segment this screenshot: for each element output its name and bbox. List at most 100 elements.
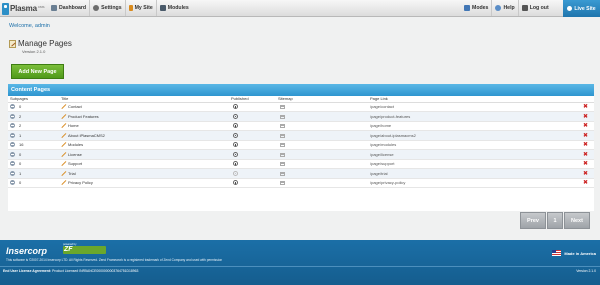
sitemap-icon[interactable] (280, 152, 285, 157)
published-eye-icon[interactable] (233, 123, 238, 129)
nav-settings[interactable]: Settings (89, 0, 124, 16)
table-row[interactable]: 0 Support/page/support ✖ (8, 159, 594, 169)
nav-my-site[interactable]: My Site (124, 0, 156, 16)
nav-help[interactable]: Help (491, 0, 517, 16)
published-eye-icon[interactable] (233, 104, 238, 110)
live-site-label: Live Site (574, 5, 596, 12)
page-title-link[interactable]: License (68, 152, 82, 157)
expand-icon[interactable] (10, 142, 15, 148)
app-logo[interactable]: Plasma CMS (2, 2, 45, 15)
edit-pencil-icon[interactable] (61, 171, 66, 176)
table-row[interactable]: 2 Product Features/page/product-features ✖ (8, 111, 594, 122)
table-row[interactable]: 2 Home/page/home ✖ (8, 121, 594, 131)
table-row[interactable]: 0 Privacy Policy/page/privacy-policy ✖ (8, 178, 594, 188)
title-cell: Modules (59, 140, 229, 150)
expand-icon[interactable] (10, 132, 15, 138)
expand-icon[interactable] (10, 113, 15, 119)
sitemap-icon[interactable] (280, 143, 285, 148)
edit-pencil-icon[interactable] (61, 133, 66, 138)
page-link-cell: /page/support (368, 159, 575, 169)
page-number-button[interactable]: 1 (547, 212, 563, 229)
sitemap-icon[interactable] (280, 124, 285, 129)
edit-pencil-icon[interactable] (61, 123, 66, 128)
edit-pencil-icon[interactable] (61, 180, 66, 185)
published-eye-icon[interactable] (233, 142, 238, 148)
expand-icon[interactable] (10, 161, 15, 167)
nav-modes[interactable]: Modes (461, 0, 491, 16)
next-page-button[interactable]: Next (564, 212, 590, 229)
logout-icon (521, 5, 528, 11)
table-row[interactable]: 1 About iPlasmaCMS2/page/about-iplasmacms… (8, 130, 594, 141)
footer-divider (0, 266, 600, 267)
title-cell: Home (59, 121, 229, 131)
expand-icon[interactable] (10, 123, 15, 129)
sitemap-icon[interactable] (280, 133, 285, 138)
page-title-link[interactable]: Modules (68, 142, 83, 147)
delete-icon[interactable]: ✖ (575, 149, 594, 160)
page-title-link[interactable]: Product Features (68, 114, 99, 119)
page-link-cell: /page/product-features (368, 111, 575, 122)
delete-icon[interactable]: ✖ (575, 121, 594, 131)
published-eye-icon[interactable] (233, 132, 238, 138)
delete-icon[interactable]: ✖ (575, 159, 594, 169)
table-row[interactable]: 16 Modules/page/modules ✖ (8, 140, 594, 150)
published-eye-icon[interactable] (233, 161, 238, 167)
panel-title: Content Pages (8, 84, 594, 96)
page-title-link[interactable]: About iPlasmaCMS2 (68, 133, 105, 138)
edit-pencil-icon[interactable] (61, 161, 66, 166)
expand-icon[interactable] (10, 151, 15, 157)
expand-icon[interactable] (10, 180, 15, 186)
edit-icon (128, 5, 133, 11)
logo-superscript: CMS (37, 4, 45, 9)
delete-icon[interactable]: ✖ (575, 178, 594, 188)
table-row[interactable]: 0 License/page/license ✖ (8, 149, 594, 160)
us-flag-icon (552, 250, 562, 256)
license-number: Product License# INR5ANCE000000000376475… (52, 269, 139, 273)
live-site-button[interactable]: Live Site (563, 0, 600, 17)
settings-icon (93, 5, 100, 11)
edit-pencil-icon[interactable] (61, 114, 66, 119)
nav-settings-label: Settings (101, 5, 122, 11)
delete-icon[interactable]: ✖ (575, 168, 594, 179)
sitemap-icon[interactable] (280, 105, 285, 110)
sitemap-icon[interactable] (280, 162, 285, 167)
sitemap-icon[interactable] (280, 171, 285, 176)
table-row[interactable]: 0 Contact/page/contact ✖ (8, 102, 594, 112)
expand-icon[interactable] (10, 170, 15, 176)
page-title-link[interactable]: Trial (68, 171, 76, 176)
page-link-cell: /page/home (368, 121, 575, 131)
published-eye-icon[interactable] (233, 180, 238, 186)
page-title-link[interactable]: Privacy Policy (68, 180, 93, 185)
sitemap-icon[interactable] (280, 181, 285, 186)
nav-dashboard[interactable]: Dashboard (48, 0, 89, 16)
delete-icon[interactable]: ✖ (575, 140, 594, 150)
eula-link[interactable]: End User License Agreement: (3, 269, 51, 273)
sitemap-icon[interactable] (280, 114, 285, 119)
page-title-link[interactable]: Home (68, 123, 79, 128)
nav-modules[interactable]: Modules (155, 0, 192, 16)
table-row[interactable]: 1 Trial/page/trial ✖ (8, 168, 594, 179)
published-eye-icon[interactable] (233, 170, 238, 176)
published-cell (229, 168, 276, 179)
welcome-message: Welcome, admin (9, 23, 50, 29)
add-new-page-button[interactable]: Add New Page (11, 64, 64, 79)
page-title-link[interactable]: Support (68, 161, 82, 166)
expand-icon[interactable] (10, 104, 15, 110)
page-title-link[interactable]: Contact (68, 104, 82, 109)
published-cell (229, 121, 276, 131)
title-cell: Support (59, 159, 229, 169)
subpage-count: 0 (19, 151, 22, 157)
edit-pencil-icon[interactable] (61, 142, 66, 147)
nav-logout[interactable]: Log out (517, 0, 552, 16)
delete-icon[interactable]: ✖ (575, 130, 594, 141)
prev-page-button[interactable]: Prev (520, 212, 546, 229)
published-cell (229, 102, 276, 112)
delete-icon[interactable]: ✖ (575, 111, 594, 122)
edit-pencil-icon[interactable] (61, 104, 66, 109)
delete-icon[interactable]: ✖ (575, 102, 594, 112)
published-eye-icon[interactable] (233, 151, 238, 157)
edit-pencil-icon[interactable] (61, 152, 66, 157)
subpage-count: 1 (19, 132, 22, 138)
published-eye-icon[interactable] (233, 113, 238, 119)
nav-modes-label: Modes (472, 5, 489, 11)
